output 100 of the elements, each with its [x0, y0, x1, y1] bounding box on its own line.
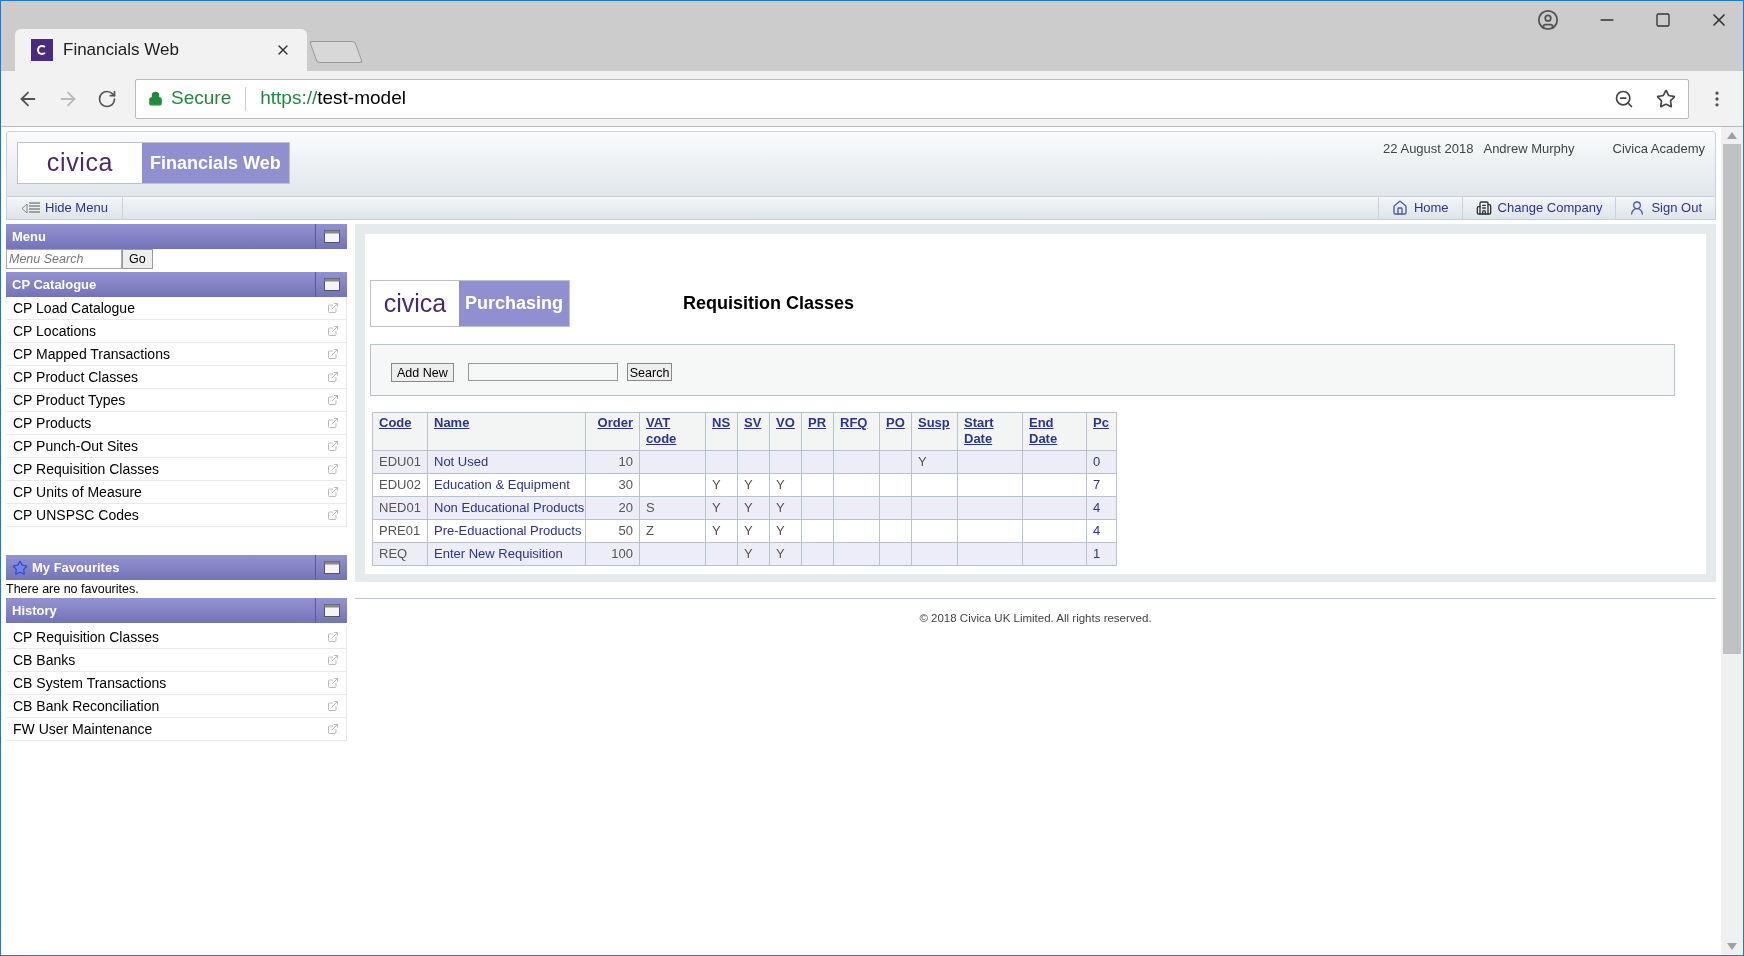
table-cell: 20 — [585, 496, 640, 520]
toolbar-link[interactable]: Sign Out — [1615, 197, 1715, 219]
menu-item[interactable]: CP Products — [6, 412, 346, 435]
tab-title: Financials Web — [63, 39, 180, 62]
table-cell: 1 — [1086, 542, 1117, 566]
go-button[interactable]: Go — [122, 249, 153, 269]
panel-title: History — [12, 601, 57, 620]
open-link-icon — [327, 440, 339, 452]
menu-item[interactable]: CB System Transactions — [6, 672, 346, 695]
open-link-icon — [327, 486, 339, 498]
menu-item[interactable]: CP Load Catalogue — [6, 297, 346, 320]
table-cell: Y — [911, 450, 958, 474]
toolbar-link[interactable]: Home — [1377, 197, 1462, 219]
url-text: https://test-model — [260, 86, 406, 111]
menu-item[interactable]: CP Units of Measure — [6, 481, 346, 504]
open-link-icon — [327, 631, 339, 643]
table-cell: 10 — [585, 450, 640, 474]
table-cell: Enter New Requisition — [427, 542, 586, 566]
add-new-button[interactable]: Add New — [391, 362, 454, 382]
scroll-thumb[interactable] — [1723, 144, 1741, 654]
menu-item[interactable]: CP Requisition Classes — [6, 626, 346, 649]
table-cell: Z — [639, 519, 706, 543]
company-name: Civica Academy — [1612, 140, 1705, 158]
user-name: Andrew Murphy — [1483, 140, 1575, 158]
table-cell: PRE01 — [372, 519, 428, 543]
user-icon — [1629, 200, 1646, 216]
table-cell: 0 — [1086, 450, 1117, 474]
footer-text: © 2018 Civica UK Limited. All rights reserved. — [919, 612, 1152, 624]
browser-tab[interactable]: Financials Web — [15, 29, 307, 71]
menu-item[interactable]: CB Bank Reconciliation — [6, 695, 346, 718]
open-link-icon — [327, 371, 339, 383]
window-icon[interactable] — [323, 561, 340, 574]
table-cell: EDU01 — [372, 450, 428, 474]
table-cell: Y — [705, 519, 738, 543]
open-link-icon — [327, 677, 339, 689]
panel-title: My Favourites — [32, 558, 120, 577]
window-icon[interactable] — [323, 230, 340, 243]
table-cell: Y — [705, 496, 738, 520]
table-cell: Y — [769, 542, 802, 566]
reload-icon[interactable] — [97, 88, 117, 109]
hide-menu-button[interactable]: Hide Menu — [7, 197, 123, 219]
table-cell: 30 — [585, 473, 640, 497]
table-cell: Y — [737, 496, 770, 520]
column-header[interactable]: Susp — [911, 412, 958, 451]
bookmark-star-icon[interactable] — [1656, 88, 1676, 109]
menu-item[interactable]: CP Product Types — [6, 389, 346, 412]
open-link-icon — [327, 463, 339, 475]
module-name: Purchasing — [459, 281, 570, 326]
column-header[interactable]: Order — [585, 412, 640, 451]
menu-item[interactable]: FW User Maintenance — [6, 718, 346, 741]
star-icon — [12, 559, 28, 576]
lock-icon — [148, 91, 163, 106]
column-header[interactable]: Pc — [1086, 412, 1117, 451]
app-favicon-icon — [31, 39, 53, 61]
menu-item[interactable]: CP Punch-Out Sites — [6, 435, 346, 458]
search-button[interactable]: Search — [626, 363, 673, 381]
toolbar-link[interactable]: Change Company — [1461, 197, 1616, 219]
scrollbar[interactable] — [1721, 127, 1743, 955]
menu-search-field[interactable]: Menu Search — [6, 249, 122, 269]
building-icon — [1475, 200, 1492, 216]
open-link-icon — [327, 654, 339, 666]
column-header[interactable]: RFQ — [833, 412, 880, 451]
column-header[interactable]: VAT code — [639, 412, 706, 451]
search-field[interactable] — [467, 363, 618, 381]
maximize-icon[interactable] — [1655, 12, 1671, 28]
table-cell: 50 — [585, 519, 640, 543]
column-header[interactable]: Start Date — [957, 412, 1023, 451]
column-header[interactable]: SV — [737, 412, 770, 451]
column-header[interactable]: NS — [705, 412, 738, 451]
empty-favourites-text: There are no favourites. — [6, 581, 140, 598]
menu-item[interactable]: CP Requisition Classes — [6, 458, 346, 481]
panel-title: CP Catalogue — [12, 275, 97, 294]
menu-item[interactable]: CB Banks — [6, 649, 346, 672]
column-header[interactable]: Code — [372, 412, 428, 451]
menu-item[interactable]: CP Product Classes — [6, 366, 346, 389]
table-cell: Y — [705, 473, 738, 497]
menu-item[interactable]: CP Locations — [6, 320, 346, 343]
table-cell: Y — [737, 542, 770, 566]
menu-item[interactable]: CP Mapped Transactions — [6, 343, 346, 366]
menu-collapse-icon — [21, 201, 41, 215]
window-icon[interactable] — [323, 604, 340, 617]
secure-label: Secure — [171, 86, 232, 111]
zoom-icon[interactable] — [1614, 88, 1634, 109]
column-header[interactable]: VO — [769, 412, 802, 451]
menu-item[interactable]: CP UNSPSC Codes — [6, 504, 346, 527]
profile-icon[interactable] — [1537, 9, 1559, 31]
column-header[interactable]: PO — [879, 412, 912, 451]
table-cell: EDU02 — [372, 473, 428, 497]
column-header[interactable]: Name — [427, 412, 586, 451]
table-cell: 7 — [1086, 473, 1117, 497]
open-link-icon — [327, 302, 339, 314]
column-header[interactable]: PR — [801, 412, 834, 451]
table-cell: Not Used — [427, 450, 586, 474]
table-cell: Non Educational Products — [427, 496, 586, 520]
address-bar[interactable]: Secure https://test-model — [135, 78, 1689, 119]
open-link-icon — [327, 325, 339, 337]
table-cell: 4 — [1086, 519, 1117, 543]
window-icon[interactable] — [323, 278, 340, 291]
column-header[interactable]: End Date — [1022, 412, 1087, 451]
table-cell: Y — [737, 473, 770, 497]
